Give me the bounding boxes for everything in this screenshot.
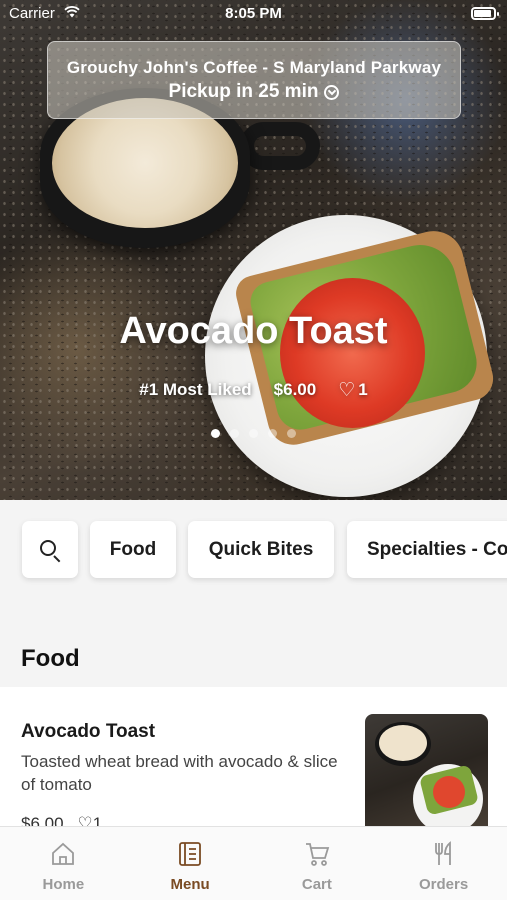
category-chip-food[interactable]: Food [90, 521, 176, 578]
tab-label: Cart [301, 876, 332, 893]
store-pickup-card[interactable]: Grouchy John's Coffee - S Maryland Parkw… [47, 41, 461, 119]
pickup-time[interactable]: Pickup in 25 min [169, 81, 340, 103]
tomato-slice [280, 278, 425, 428]
carousel-dot[interactable] [287, 429, 296, 438]
carousel-dot[interactable] [211, 429, 220, 438]
tab-orders[interactable]: Orders [380, 827, 507, 900]
item-description: Toasted wheat bread with avocado & slice… [21, 752, 338, 794]
heart-icon: ♡ [338, 379, 356, 401]
item-name: Avocado Toast [21, 721, 156, 742]
category-bar: Food Quick Bites Specialties - Co [0, 500, 507, 610]
category-chip-quick-bites[interactable]: Quick Bites [188, 521, 334, 578]
chevron-down-icon [324, 84, 340, 100]
battery-icon [471, 7, 499, 20]
tab-label: Menu [170, 876, 210, 893]
most-liked-badge: #1 Most Liked [139, 380, 252, 399]
search-icon [38, 538, 62, 562]
hero-likes[interactable]: ♡ 1 [338, 380, 368, 400]
tab-label: Orders [419, 876, 469, 893]
carousel-dot[interactable] [230, 429, 239, 438]
status-time: 8:05 PM [225, 5, 282, 22]
tab-cart[interactable]: Cart [254, 827, 381, 900]
hero-meta: #1 Most Liked $6.00 ♡ 1 [0, 380, 507, 400]
home-icon [52, 842, 75, 865]
status-bar: Carrier 8:05 PM [0, 0, 507, 30]
fork-knife-icon [434, 841, 451, 865]
hero-price: $6.00 [273, 380, 317, 399]
search-button[interactable] [22, 521, 78, 578]
section-title: Food [21, 645, 80, 672]
store-name: Grouchy John's Coffee - S Maryland Parkw… [66, 58, 442, 77]
carousel-dot[interactable] [249, 429, 258, 438]
carousel-dot[interactable] [268, 429, 277, 438]
tab-label: Home [42, 876, 85, 893]
pickup-label: Pickup in 25 min [168, 81, 319, 102]
item-thumbnail[interactable] [365, 714, 488, 827]
cart-icon [305, 843, 330, 866]
hero-like-count: 1 [358, 380, 368, 399]
carousel-dots [0, 429, 507, 438]
tab-menu[interactable]: Menu [127, 827, 254, 900]
menu-item-card[interactable]: Avocado Toast Toasted wheat bread with a… [0, 687, 507, 827]
hero-title: Avocado Toast [119, 310, 388, 352]
tab-home[interactable]: Home [0, 827, 127, 900]
menu-icon [179, 842, 202, 866]
tab-bar: Home Menu Cart Orders [0, 826, 507, 900]
mug-handle [240, 122, 320, 170]
category-chip-specialties[interactable]: Specialties - Co [347, 521, 507, 578]
